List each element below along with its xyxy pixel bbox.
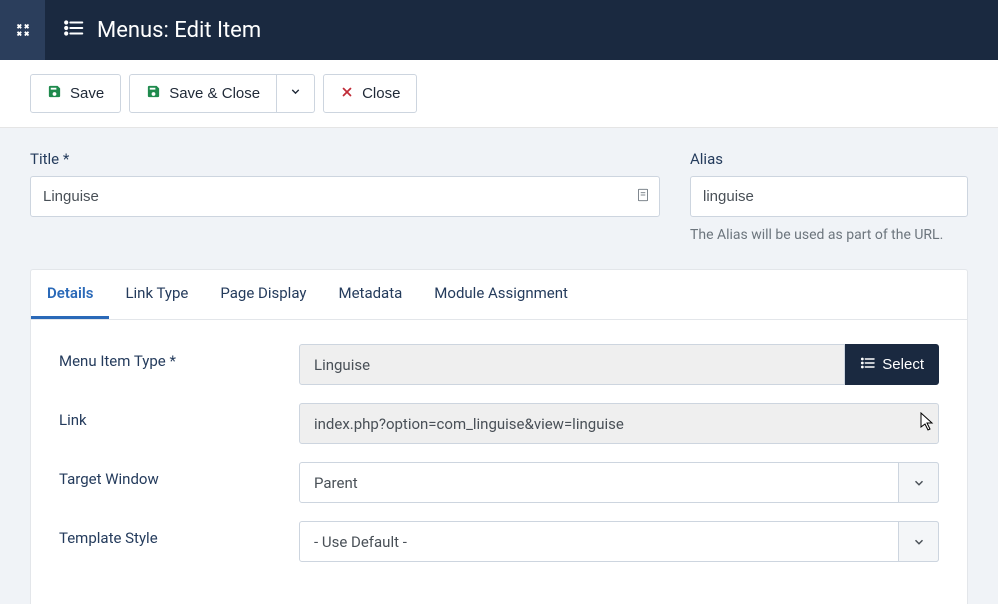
save-close-button-label: Save & Close xyxy=(169,85,260,102)
target-window-select[interactable]: Parent xyxy=(299,462,939,503)
menu-item-type-value: Linguise xyxy=(299,344,845,385)
page-title: Menus: Edit Item xyxy=(97,18,261,43)
tab-metadata[interactable]: Metadata xyxy=(322,270,418,319)
header-bar: Menus: Edit Item xyxy=(0,0,998,60)
list-icon xyxy=(63,17,85,43)
alias-label: Alias xyxy=(690,150,968,168)
target-window-value: Parent xyxy=(299,462,939,503)
tab-link-type[interactable]: Link Type xyxy=(109,270,204,319)
list-icon xyxy=(860,355,876,375)
tabs: Details Link Type Page Display Metadata … xyxy=(31,270,967,320)
title-input[interactable] xyxy=(30,176,660,217)
template-style-select[interactable]: - Use Default - xyxy=(299,521,939,562)
alias-help: The Alias will be used as part of the UR… xyxy=(690,227,968,243)
menu-item-type-select-button[interactable]: Select xyxy=(845,344,939,385)
close-icon xyxy=(340,85,354,103)
target-window-label: Target Window xyxy=(59,462,299,488)
chevron-down-icon xyxy=(289,85,302,102)
menu-item-type-label: Menu Item Type * xyxy=(59,344,299,370)
save-icon xyxy=(146,84,161,103)
select-button-label: Select xyxy=(882,356,924,373)
joomla-logo[interactable] xyxy=(0,0,45,60)
save-icon xyxy=(47,84,62,103)
tab-page-display[interactable]: Page Display xyxy=(204,270,322,319)
save-close-button[interactable]: Save & Close xyxy=(129,74,277,113)
close-button-label: Close xyxy=(362,85,400,102)
link-value: index.php?option=com_linguise&view=lingu… xyxy=(299,403,939,444)
save-button[interactable]: Save xyxy=(30,74,121,113)
save-button-label: Save xyxy=(70,85,104,102)
alias-input[interactable] xyxy=(690,176,968,217)
save-close-group: Save & Close xyxy=(129,74,315,113)
tab-module-assignment[interactable]: Module Assignment xyxy=(418,270,584,319)
link-label: Link xyxy=(59,403,299,429)
template-style-label: Template Style xyxy=(59,521,299,547)
toolbar: Save Save & Close Close xyxy=(0,60,998,128)
form-helper-icon xyxy=(636,187,650,207)
template-style-value: - Use Default - xyxy=(299,521,939,562)
tab-content-details: Menu Item Type * Linguise Select xyxy=(31,320,967,604)
close-button[interactable]: Close xyxy=(323,74,417,113)
tab-details[interactable]: Details xyxy=(31,270,109,319)
save-dropdown-button[interactable] xyxy=(277,74,315,113)
title-label: Title * xyxy=(30,150,660,168)
